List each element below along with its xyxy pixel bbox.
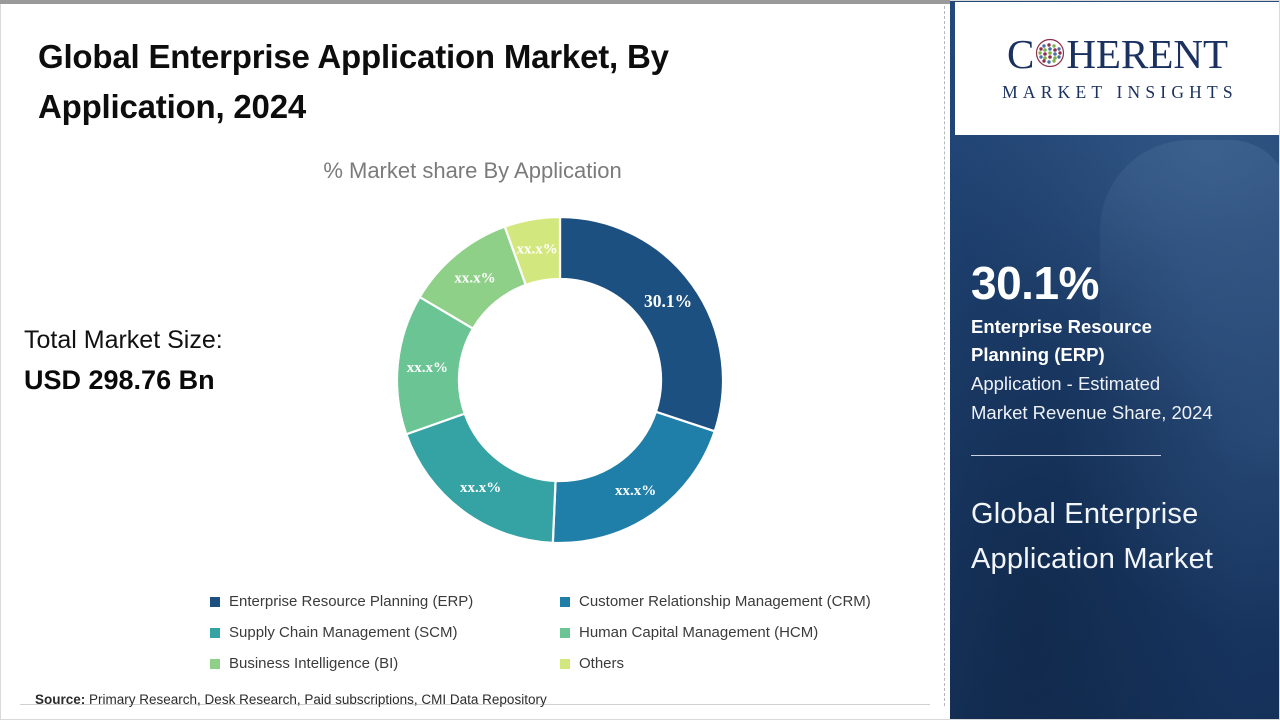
legend-item[interactable]: Others — [560, 655, 910, 672]
highlight-description: Application - Estimated Market Revenue S… — [971, 372, 1213, 423]
globe-dots-icon — [1035, 34, 1065, 75]
highlight-divider — [971, 455, 1161, 456]
source-note: Source: Primary Research, Desk Research,… — [35, 692, 547, 707]
legend-label: Enterprise Resource Planning (ERP) — [229, 593, 474, 610]
legend-swatch-icon — [210, 596, 220, 607]
total-market-size-value: USD 298.76 Bn — [24, 364, 215, 395]
legend-label: Others — [579, 655, 625, 672]
right-branding-panel: C HERENT MARKET INSIGHTS 30.1% Enterpris… — [950, 0, 1280, 720]
highlight-stat-block: 30.1% Enterprise Resource Planning (ERP)… — [971, 257, 1219, 427]
legend-item[interactable]: Enterprise Resource Planning (ERP) — [210, 593, 560, 610]
legend-item[interactable]: Human Capital Management (HCM) — [560, 624, 910, 641]
donut-slices — [395, 215, 725, 545]
legend-swatch-icon — [210, 627, 220, 638]
legend-swatch-icon — [560, 627, 570, 638]
company-logo: C HERENT MARKET INSIGHTS — [955, 2, 1280, 135]
donut-slice-label: 30.1% — [644, 291, 692, 311]
donut-slice-label: xx.x% — [407, 360, 448, 376]
panel-divider — [944, 6, 945, 706]
legend-item[interactable]: Business Intelligence (BI) — [210, 655, 560, 672]
page-title: Global Enterprise Application Market, By… — [38, 38, 669, 126]
donut-slice[interactable] — [404, 412, 557, 544]
legend-label: Business Intelligence (BI) — [229, 655, 399, 672]
source-label: Source: — [35, 692, 86, 707]
donut-slice-label: xx.x% — [454, 270, 495, 286]
legend-swatch-icon — [210, 658, 220, 669]
legend-item[interactable]: Supply Chain Management (SCM) — [210, 624, 560, 641]
legend-swatch-icon — [560, 596, 570, 607]
donut-slice[interactable] — [551, 410, 717, 545]
donut-slice-label: xx.x% — [516, 242, 557, 258]
logo-tagline: MARKET INSIGHTS — [1002, 82, 1238, 102]
page-top-rule — [0, 0, 950, 4]
donut-slice[interactable] — [558, 215, 725, 433]
donut-chart-svg: 30.1% xx.x% xx.x% xx.x% xx.x% xx.x% — [395, 215, 725, 545]
logo-word-herent: HERENT — [1066, 31, 1229, 77]
infographic-page: Global Enterprise Application Market, By… — [0, 0, 1280, 720]
total-market-size-label: Total Market Size: — [24, 326, 223, 354]
legend-label: Human Capital Management (HCM) — [579, 624, 819, 641]
legend-label: Supply Chain Management (SCM) — [229, 624, 458, 641]
logo-wordmark: C HERENT — [1007, 34, 1228, 75]
highlight-percent: 30.1% — [971, 257, 1099, 309]
chart-legend: Enterprise Resource Planning (ERP) Custom… — [210, 586, 920, 679]
source-text: Primary Research, Desk Research, Paid su… — [89, 692, 547, 707]
total-market-size-block: Total Market Size: USD 298.76 Bn — [24, 322, 354, 400]
donut-chart: 30.1% xx.x% xx.x% xx.x% xx.x% xx.x% — [395, 215, 725, 545]
donut-slice-label: xx.x% — [460, 480, 501, 496]
logo-letter-c: C — [1006, 31, 1035, 77]
left-content-panel: Global Enterprise Application Market, By… — [0, 0, 945, 720]
chart-subtitle: % Market share By Application — [323, 158, 622, 183]
legend-item[interactable]: Customer Relationship Management (CRM) — [560, 593, 910, 610]
donut-slice-label: xx.x% — [615, 483, 656, 499]
legend-swatch-icon — [560, 658, 570, 669]
market-name-heading: Global Enterprise Application Market — [971, 498, 1214, 575]
highlight-segment-name: Enterprise Resource Planning (ERP) — [971, 315, 1152, 366]
legend-label: Customer Relationship Management (CRM) — [579, 593, 871, 610]
